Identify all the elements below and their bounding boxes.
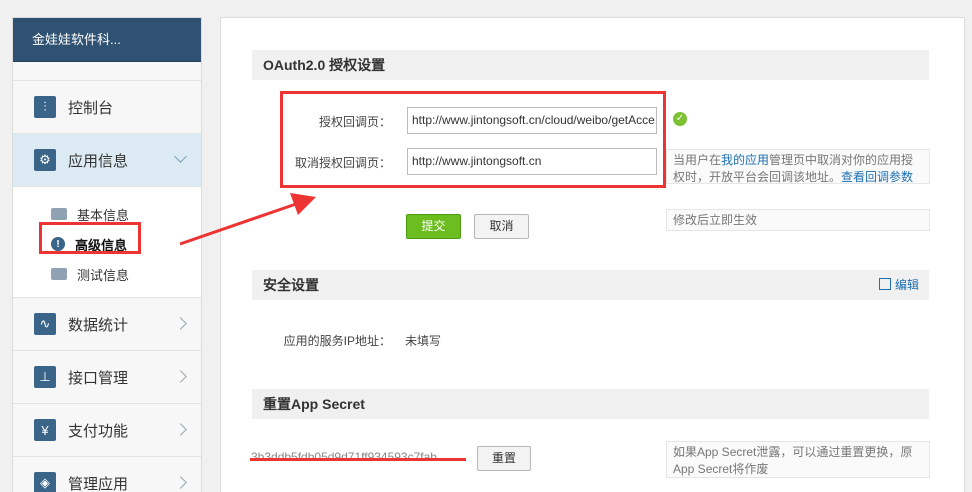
secret-hint: 如果App Secret泄露，可以通过重置更换，原App Secret将作废	[666, 441, 930, 478]
subnav-test-info[interactable]: 测试信息	[13, 259, 201, 289]
redaction-line	[250, 458, 466, 461]
my-apps-link[interactable]: 我的应用	[721, 153, 769, 167]
subnav-label: 基本信息	[77, 207, 130, 223]
highlight-callback-fields	[280, 91, 666, 188]
oauth-section-title: OAuth2.0 授权设置	[252, 50, 929, 80]
edit-label: 编辑	[894, 278, 919, 292]
highlight-advanced-info	[39, 222, 141, 254]
edit-icon	[878, 278, 891, 290]
callback-params-link[interactable]: 查看回调参数	[841, 170, 913, 184]
ip-value: 未填写	[405, 334, 442, 348]
nav-item-console[interactable]: ⫶ 控制台	[13, 80, 201, 134]
chevron-right-icon	[174, 370, 187, 383]
security-section-title: 安全设置 编辑	[252, 270, 929, 300]
subnav-label: 测试信息	[77, 267, 130, 283]
security-title-text: 安全设置	[263, 277, 319, 293]
nav-item-payment[interactable]: ¥ 支付功能	[13, 404, 201, 457]
nav-item-manage-app[interactable]: ◈ 管理应用	[13, 457, 201, 492]
chevron-down-icon	[174, 150, 187, 163]
nav-item-api[interactable]: ⊥ 接口管理	[13, 351, 201, 404]
edit-link[interactable]: 编辑	[878, 270, 919, 300]
nav-label: 控制台	[68, 99, 114, 117]
chevron-right-icon	[174, 476, 187, 489]
chevron-right-icon	[174, 317, 187, 330]
app-secret-value: 3b3ddb5fdb05d9d71ff934593c7fab	[251, 450, 437, 464]
dashboard-icon: ⫶	[34, 96, 56, 118]
ip-label: 应用的服务IP地址：	[283, 334, 391, 348]
app-name[interactable]: 金娃娃软件科...	[13, 18, 201, 62]
nav-label: 应用信息	[68, 152, 129, 170]
chevron-right-icon	[174, 423, 187, 436]
cancel-button[interactable]: 取消	[474, 214, 529, 239]
sidebar: 金娃娃软件科... ⫶ 控制台 ⚙ 应用信息 基本信息 ! 高级信息 测试信息 …	[12, 17, 202, 492]
layers-icon: ◈	[34, 472, 56, 492]
nav-label: 支付功能	[68, 422, 129, 440]
nav-item-statistics[interactable]: ∿ 数据统计	[13, 298, 201, 351]
nav-label: 接口管理	[68, 369, 129, 387]
secret-section-title: 重置App Secret	[252, 389, 929, 419]
hint-text: 当用户在	[673, 153, 722, 167]
reset-secret-button[interactable]: 重置	[477, 446, 531, 471]
gear-icon: ⚙	[34, 149, 56, 171]
submit-button[interactable]: 提交	[406, 214, 461, 239]
yen-icon: ¥	[34, 419, 56, 441]
cancel-callback-hint: 当用户在我的应用管理页中取消对你的应用授权时，开放平台会回调该地址。查看回调参数	[666, 149, 930, 184]
chart-icon: ∿	[34, 313, 56, 335]
nav-label: 管理应用	[68, 475, 129, 492]
plug-icon: ⊥	[34, 366, 56, 388]
effect-hint: 修改后立即生效	[666, 209, 930, 231]
user-card-icon	[51, 268, 67, 280]
main-panel: OAuth2.0 授权设置 授权回调页： http://www.jintongs…	[220, 17, 965, 492]
nav-label: 数据统计	[68, 316, 129, 334]
card-icon	[51, 208, 67, 220]
nav-item-app-info[interactable]: ⚙ 应用信息	[13, 134, 201, 187]
check-icon: ✓	[673, 112, 687, 126]
